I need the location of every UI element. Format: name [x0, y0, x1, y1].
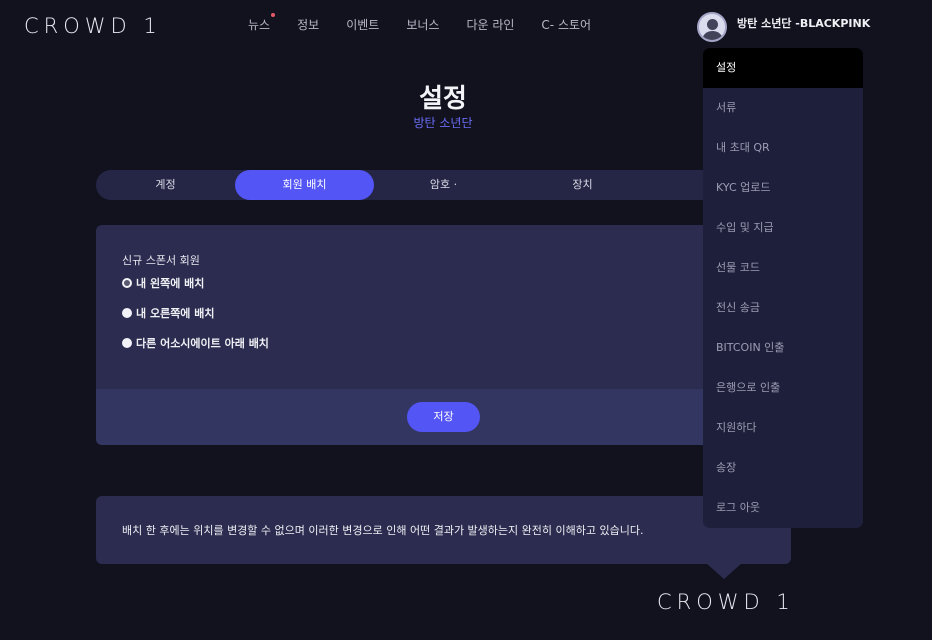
section-label: 신규 스폰서 회원 — [122, 254, 200, 267]
nav-item-label: C- 스토어 — [541, 18, 592, 32]
nav-item-label: 뉴스 — [248, 18, 271, 32]
menu-item-support[interactable]: 지원하다 — [703, 408, 863, 448]
radio-unchecked-icon[interactable] — [122, 338, 132, 348]
nav-item-label: 다운 라인 — [466, 18, 515, 32]
radio-place-left[interactable]: 내 왼쪽에 배치 — [122, 275, 204, 291]
crowd1-logo[interactable]: CROWD 1 — [24, 14, 162, 38]
tab-member-placement[interactable]: 회원 배치 — [235, 170, 374, 200]
nav-item-events[interactable]: 이벤트 — [346, 16, 379, 33]
menu-item-earnings[interactable]: 수입 및 지급 — [703, 208, 863, 248]
nav-item-info[interactable]: 정보 — [297, 16, 319, 33]
menu-item-kyc-upload[interactable]: KYC 업로드 — [703, 168, 863, 208]
main-nav: 뉴스 정보 이벤트 보너스 다운 라인 C- 스토어 — [248, 13, 618, 33]
avatar-torso — [702, 31, 723, 40]
nav-item-label: 보너스 — [406, 18, 440, 32]
nav-item-bonus[interactable]: 보너스 — [406, 16, 439, 33]
avatar-head — [707, 19, 718, 30]
nav-item-store[interactable]: C- 스토어 — [541, 16, 591, 33]
menu-item-gift-code[interactable]: 선물 코드 — [703, 248, 863, 288]
menu-item-settings[interactable]: 설정 — [703, 48, 863, 88]
user-name: 방탄 소년단 -BLACKPINK — [737, 17, 871, 30]
menu-item-bitcoin-withdraw[interactable]: BITCOIN 인출 — [703, 328, 863, 368]
radio-label: 내 왼쪽에 배치 — [136, 277, 205, 290]
notice-text: 배치 한 후에는 위치를 변경할 수 없으며 이러한 변경으로 인해 어떤 결과… — [122, 524, 644, 537]
radio-place-under-associate[interactable]: 다른 어소시에이트 아래 배치 — [122, 335, 269, 351]
tab-password[interactable]: 암호 · — [374, 170, 513, 200]
save-button[interactable]: 저장 — [407, 402, 480, 432]
menu-item-invoices[interactable]: 송장 — [703, 448, 863, 488]
radio-place-right[interactable]: 내 오른쪽에 배치 — [122, 305, 215, 321]
menu-item-wire-transfer[interactable]: 전신 송금 — [703, 288, 863, 328]
radio-label: 다른 어소시에이트 아래 배치 — [136, 337, 269, 350]
radio-label: 내 오른쪽에 배치 — [136, 307, 215, 320]
settings-tabs: 계정 회원 배치 암호 · 장치 — [96, 170, 791, 200]
radio-checked-icon[interactable] — [122, 278, 132, 288]
menu-item-logout[interactable]: 로그 아웃 — [703, 488, 863, 528]
placement-panel: 신규 스폰서 회원 내 왼쪽에 배치 내 오른쪽에 배치 다른 어소시에이트 아… — [96, 225, 791, 445]
user-avatar-icon — [697, 12, 727, 42]
user-dropdown-menu: 설정 서류 내 초대 QR KYC 업로드 수입 및 지급 선물 코드 전신 송… — [703, 48, 863, 528]
radio-unchecked-icon[interactable] — [122, 308, 132, 318]
menu-item-bank-withdraw[interactable]: 은행으로 인출 — [703, 368, 863, 408]
menu-item-invite-qr[interactable]: 내 초대 QR — [703, 128, 863, 168]
nav-item-downline[interactable]: 다운 라인 — [466, 16, 514, 33]
crowd1-footer-logo: CROWD 1 — [657, 590, 795, 614]
user-menu-toggle[interactable]: 방탄 소년단 -BLACKPINK — [697, 12, 870, 42]
tab-devices[interactable]: 장치 — [513, 170, 652, 200]
nav-item-news[interactable]: 뉴스 — [248, 13, 276, 33]
tab-account[interactable]: 계정 — [96, 170, 235, 200]
nav-item-label: 이벤트 — [346, 18, 380, 32]
notice-tip — [706, 563, 742, 579]
menu-item-documents[interactable]: 서류 — [703, 88, 863, 128]
nav-item-label: 정보 — [297, 18, 320, 32]
notification-dot-icon — [271, 13, 276, 17]
placement-notice: 배치 한 후에는 위치를 변경할 수 없으며 이러한 변경으로 인해 어떤 결과… — [96, 496, 791, 579]
